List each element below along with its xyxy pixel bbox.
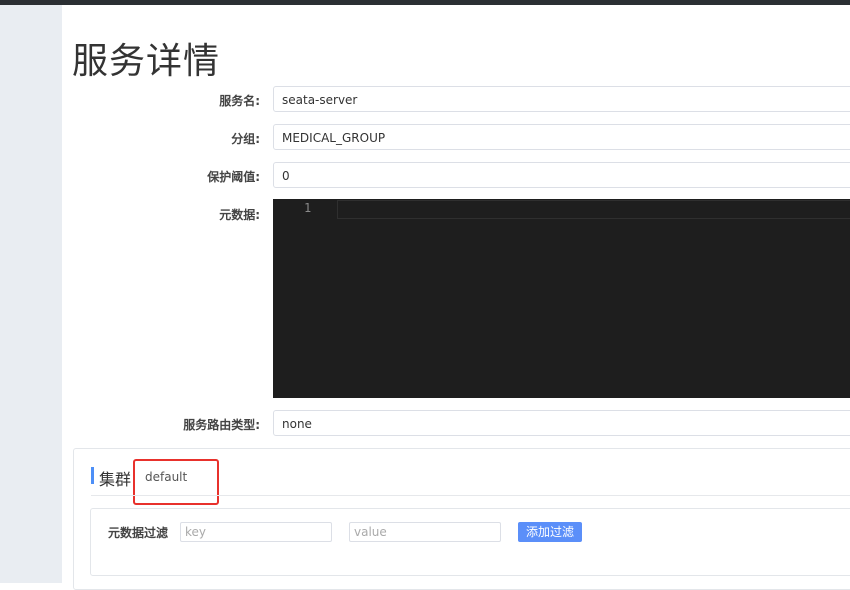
cluster-label: 集群: [99, 470, 132, 489]
page-title: 服务详情: [72, 41, 221, 82]
line-number: 1: [304, 201, 312, 215]
metadata-label: 元数据:: [219, 208, 260, 222]
metadata-filter-label: 元数据过滤: [108, 526, 169, 540]
cluster-accent-bar: [91, 467, 94, 484]
red-highlight-box: [133, 459, 219, 505]
service-name-field[interactable]: seata-server: [273, 86, 850, 112]
route-type-label: 服务路由类型:: [183, 418, 260, 432]
filter-value-input[interactable]: [349, 522, 501, 542]
cluster-panel: 集群 default 元数据过滤 添加过滤: [73, 448, 850, 590]
group-field[interactable]: MEDICAL_GROUP: [273, 124, 850, 150]
service-name-label: 服务名:: [219, 94, 260, 108]
cluster-divider: [91, 495, 850, 496]
filter-key-input[interactable]: [180, 522, 332, 542]
group-label: 分组:: [231, 132, 260, 146]
metadata-filter-panel: 元数据过滤 添加过滤: [90, 508, 850, 576]
route-type-field[interactable]: none: [273, 410, 850, 436]
current-line-highlight: [337, 200, 850, 219]
protect-threshold-label: 保护阈值:: [207, 170, 260, 184]
top-bar: [0, 0, 850, 5]
metadata-editor[interactable]: 1: [273, 199, 850, 398]
sidebar: [0, 5, 62, 583]
protect-threshold-field[interactable]: 0: [273, 162, 850, 188]
add-filter-button[interactable]: 添加过滤: [518, 522, 583, 542]
